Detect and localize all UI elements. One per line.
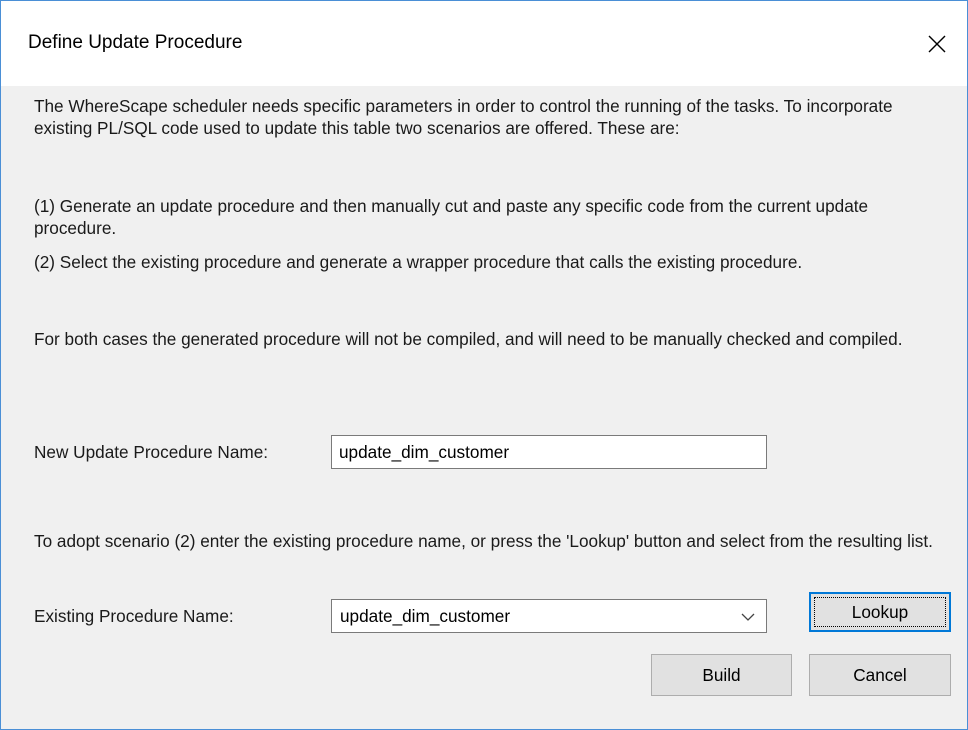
adopt-instructions-text: To adopt scenario (2) enter the existing… <box>34 531 933 551</box>
compile-note-text: For both cases the generated procedure w… <box>34 329 903 349</box>
new-procedure-label: New Update Procedure Name: <box>34 442 269 462</box>
dialog-window: Define Update Procedure The WhereScape s… <box>0 0 968 730</box>
intro-text: The WhereScape scheduler needs specific … <box>34 96 893 138</box>
build-button-label: Build <box>702 664 741 685</box>
dialog-title: Define Update Procedure <box>28 32 243 53</box>
scenario-2-text: (2) Select the existing procedure and ge… <box>34 252 803 272</box>
cancel-button-label: Cancel <box>853 664 907 685</box>
title-bar[interactable]: Define Update Procedure <box>1 1 967 86</box>
existing-procedure-label: Existing Procedure Name: <box>34 606 234 626</box>
chevron-down-icon[interactable] <box>740 611 756 623</box>
build-button[interactable]: Build <box>651 654 792 696</box>
lookup-button[interactable]: Lookup <box>809 592 951 632</box>
cancel-button[interactable]: Cancel <box>809 654 951 696</box>
dialog-body: The WhereScape scheduler needs specific … <box>1 86 967 729</box>
new-procedure-name-input[interactable] <box>331 435 767 469</box>
existing-procedure-combobox[interactable]: update_dim_customer <box>331 599 767 633</box>
close-icon <box>928 35 946 53</box>
focus-ring <box>814 597 946 627</box>
close-button[interactable] <box>907 15 967 73</box>
existing-procedure-value: update_dim_customer <box>340 606 511 626</box>
scenario-1-text: (1) Generate an update procedure and the… <box>34 196 869 238</box>
